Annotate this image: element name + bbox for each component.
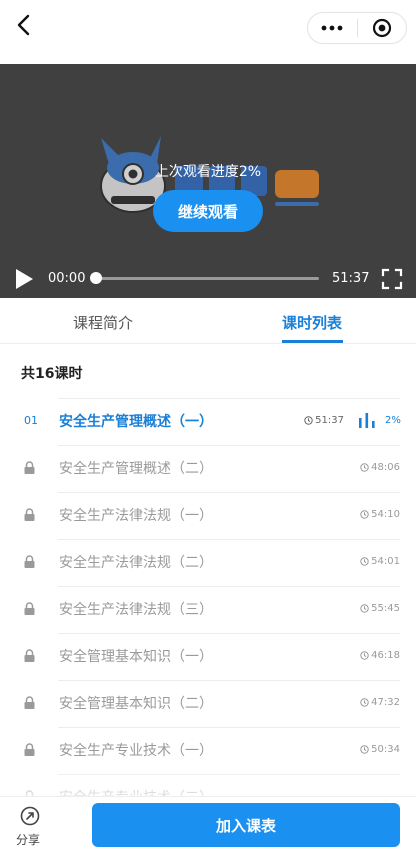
clock-icon	[360, 651, 369, 660]
lesson-title: 安全管理基本知识（二）	[59, 696, 213, 712]
row-divider	[58, 445, 400, 446]
mini-program-capsule	[307, 12, 407, 44]
resume-progress-tip: 上次观看进度2%	[154, 164, 262, 180]
list-fade-overlay	[0, 766, 416, 800]
lesson-count: 共16课时	[21, 366, 83, 382]
lesson-duration-text: 54:10	[371, 509, 400, 520]
active-tab-indicator	[282, 340, 343, 343]
total-time: 51:37	[332, 271, 370, 286]
lesson-duration: 54:10	[360, 509, 400, 520]
close-mini-program-button[interactable]	[358, 13, 407, 43]
lesson-title: 安全生产管理概述（一）	[59, 414, 213, 430]
lesson-row[interactable]: 安全管理基本知识（一） 46:18	[0, 633, 416, 680]
row-divider	[58, 633, 400, 634]
chevron-left-icon	[17, 14, 30, 36]
clock-icon	[360, 745, 369, 754]
lesson-row[interactable]: 安全管理基本知识（二） 47:32	[0, 680, 416, 727]
clock-icon	[360, 463, 369, 472]
target-circle-icon	[372, 18, 391, 38]
lesson-progress-percent: 2%	[385, 415, 401, 426]
lesson-index: 01	[24, 414, 38, 427]
course-tabs: 课程简介 课时列表	[0, 298, 416, 344]
lock-icon	[24, 602, 35, 615]
lock-icon	[24, 743, 35, 756]
tab-lesson-list[interactable]: 课时列表	[282, 312, 342, 333]
lesson-duration: 50:34	[360, 744, 400, 755]
lesson-row[interactable]: 01 安全生产管理概述（一） 51:37 2%	[0, 398, 416, 445]
share-button[interactable]: 分享	[10, 803, 50, 847]
lesson-duration-text: 55:45	[371, 603, 400, 614]
lesson-duration: 54:01	[360, 556, 400, 567]
current-time: 00:00	[48, 271, 86, 286]
row-divider	[58, 586, 400, 587]
lesson-duration-text: 51:37	[315, 415, 344, 426]
lesson-duration-text: 54:01	[371, 556, 400, 567]
more-button[interactable]	[308, 13, 357, 43]
lesson-duration-text: 50:34	[371, 744, 400, 755]
row-divider	[58, 492, 400, 493]
lesson-duration: 47:32	[360, 697, 400, 708]
clock-icon	[360, 510, 369, 519]
clock-icon	[360, 698, 369, 707]
lesson-duration: 48:06	[360, 462, 400, 473]
lesson-title: 安全生产专业技术（一）	[59, 743, 213, 759]
lesson-duration: 55:45	[360, 603, 400, 614]
lock-icon	[24, 555, 35, 568]
lesson-title: 安全管理基本知识（一）	[59, 649, 213, 665]
back-button[interactable]	[8, 10, 38, 40]
lock-icon	[24, 649, 35, 662]
lesson-title: 安全生产法律法规（三）	[59, 602, 213, 618]
lesson-duration-text: 48:06	[371, 462, 400, 473]
lesson-title: 安全生产法律法规（一）	[59, 508, 213, 524]
lock-icon	[24, 461, 35, 474]
row-divider	[58, 398, 400, 399]
top-bar	[0, 0, 416, 64]
lesson-duration: 51:37	[304, 415, 344, 426]
progress-track[interactable]	[92, 277, 319, 280]
progress-thumb[interactable]	[90, 272, 102, 284]
row-divider	[58, 680, 400, 681]
share-icon	[20, 806, 40, 826]
clock-icon	[360, 557, 369, 566]
share-label: 分享	[16, 833, 41, 847]
row-divider	[58, 727, 400, 728]
play-icon[interactable]	[14, 268, 34, 290]
lesson-row[interactable]: 安全生产法律法规（一） 54:10	[0, 492, 416, 539]
lesson-list: 共16课时 01 安全生产管理概述（一） 51:37 2% 安全生产管理概述（二） 48:…	[0, 344, 416, 800]
fullscreen-icon[interactable]	[381, 268, 403, 290]
lesson-title: 安全生产法律法规（二）	[59, 555, 213, 571]
lock-icon	[24, 696, 35, 709]
clock-icon	[360, 604, 369, 613]
lesson-row[interactable]: 安全生产法律法规（三） 55:45	[0, 586, 416, 633]
lesson-title: 安全生产管理概述（二）	[59, 461, 213, 477]
lesson-row[interactable]: 安全生产法律法规（二） 54:01	[0, 539, 416, 586]
lesson-duration: 46:18	[360, 650, 400, 661]
video-player[interactable]: 上次观看进度2% 继续观看 00:00 51:37	[0, 64, 416, 298]
player-controls: 00:00 51:37	[0, 264, 416, 294]
lock-icon	[24, 508, 35, 521]
row-divider	[58, 539, 400, 540]
lesson-duration-text: 46:18	[371, 650, 400, 661]
clock-icon	[304, 416, 313, 425]
playing-equalizer-icon	[359, 413, 375, 428]
bottom-bar: 分享 加入课表	[0, 796, 416, 853]
lesson-duration-text: 47:32	[371, 697, 400, 708]
lesson-row[interactable]: 安全生产管理概述（二） 48:06	[0, 445, 416, 492]
tab-course-intro[interactable]: 课程简介	[73, 312, 133, 333]
more-dots-icon	[321, 25, 343, 31]
add-to-schedule-button[interactable]: 加入课表	[92, 803, 400, 847]
continue-watching-button[interactable]: 继续观看	[153, 190, 263, 232]
